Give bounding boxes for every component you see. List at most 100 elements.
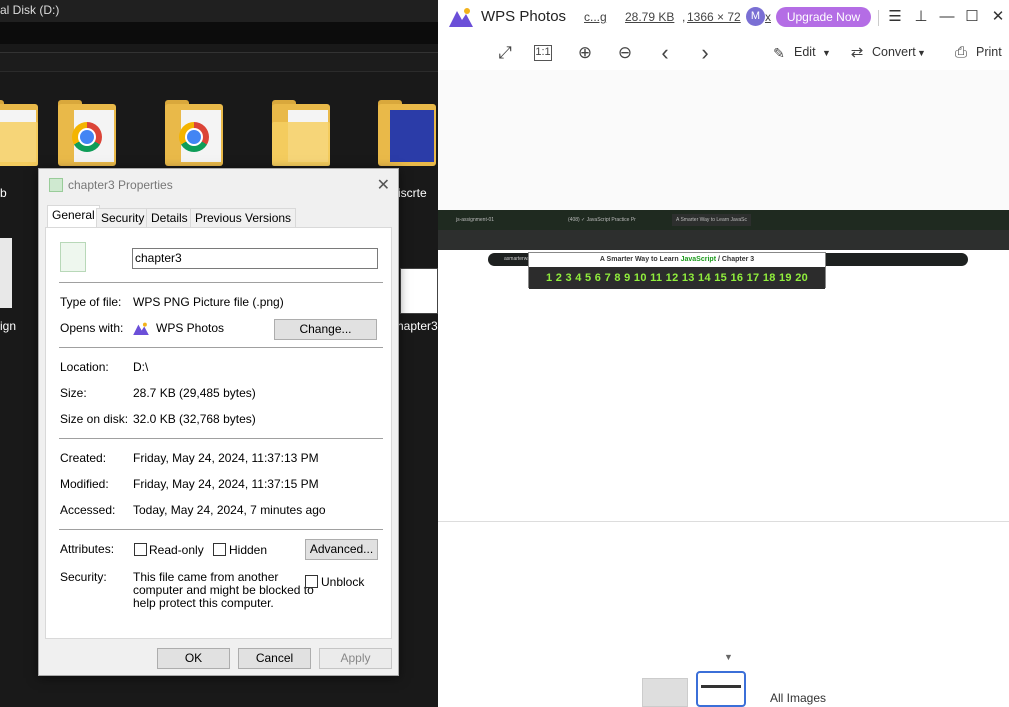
accessed-value: Today, May 24, 2024, 7 minutes ago — [133, 503, 326, 517]
folder-item[interactable] — [0, 100, 38, 166]
convert-icon[interactable]: ⇄ — [846, 42, 868, 64]
read-only-checkbox[interactable] — [134, 543, 147, 556]
minimize-icon[interactable]: — — [938, 8, 956, 26]
heading-green: JavaScript — [680, 256, 717, 263]
tab-security[interactable]: Security — [96, 208, 150, 227]
file-name-field[interactable]: chapter3 — [132, 248, 378, 269]
size-on-disk-label: Size on disk: — [60, 412, 129, 426]
apply-button[interactable]: Apply — [319, 648, 392, 669]
png-file-icon — [49, 178, 63, 192]
file-size-link[interactable]: 28.79 KB — [625, 10, 674, 24]
tab-details[interactable]: Details — [146, 208, 193, 227]
edit-icon[interactable]: ✎ — [768, 42, 790, 64]
menu-icon[interactable]: ☰ — [886, 8, 904, 26]
size-value: 28.7 KB (29,485 bytes) — [133, 386, 256, 400]
unblock-checkbox[interactable] — [305, 575, 318, 588]
size-label: Size: — [60, 386, 87, 400]
advanced-button[interactable]: Advanced... — [305, 539, 378, 560]
modified-label: Modified: — [60, 477, 109, 491]
modified-value: Friday, May 24, 2024, 11:37:15 PM — [133, 477, 319, 491]
heading-prefix: A Smarter Way to Learn — [599, 256, 679, 263]
file-thumbnail[interactable] — [0, 238, 12, 308]
created-value: Friday, May 24, 2024, 11:37:13 PM — [133, 451, 319, 465]
browser-toolbar: asmarterwaytolearn.com/js/3.html — [438, 230, 1009, 266]
dimensions-tail: x — [765, 10, 771, 24]
pin-icon[interactable]: ⊥ — [912, 8, 930, 26]
hidden-label: Hidden — [229, 543, 268, 557]
folder-item[interactable] — [165, 100, 223, 166]
folder-item[interactable] — [58, 100, 116, 166]
type-label: Type of file: — [60, 295, 122, 309]
folder-label: b — [0, 186, 7, 200]
file-label: ign — [0, 319, 17, 333]
cancel-button[interactable]: Cancel — [238, 648, 311, 669]
tab-general[interactable]: General — [47, 205, 100, 228]
created-label: Created: — [60, 451, 107, 465]
upgrade-now-button[interactable]: Upgrade Now — [776, 7, 871, 27]
location-value: D:\ — [133, 360, 149, 374]
folder-item[interactable] — [272, 100, 330, 166]
security-text-line: help protect this computer. — [133, 596, 274, 610]
file-label-chapter3: hapter3 — [397, 319, 438, 333]
ok-button[interactable]: OK — [157, 648, 230, 669]
size-on-disk-value: 32.0 KB (32,768 bytes) — [133, 412, 256, 426]
wps-title-bar: WPS Photos c...g 28.79 KB , 1366 × 72 M … — [438, 0, 1009, 36]
attributes-label: Attributes: — [60, 542, 115, 556]
file-name-link[interactable]: c...g — [584, 10, 607, 24]
security-text-line: computer and might be blocked to — [133, 583, 314, 597]
browser-tab: js-assignment-01 — [456, 217, 495, 223]
collapse-chevron-icon[interactable]: ▼ — [724, 652, 733, 662]
thumbnail-item[interactable] — [642, 678, 688, 707]
avatar[interactable]: M — [746, 7, 765, 26]
thumbnail-bar: ▼ All Images — [438, 650, 1009, 707]
explorer-column-header — [0, 52, 438, 72]
exercise-numbers: 1 2 3 4 5 6 7 8 9 10 11 12 13 14 15 16 1… — [529, 267, 825, 289]
hidden-checkbox[interactable] — [213, 543, 226, 556]
tab-previous-versions[interactable]: Previous Versions — [190, 208, 297, 227]
opens-with-label: Opens with: — [60, 321, 124, 335]
heading-suffix: / Chapter 3 — [717, 256, 755, 263]
type-value: WPS PNG Picture file (.png) — [133, 295, 284, 309]
wps-photos-logo-icon — [133, 322, 149, 335]
print-icon[interactable]: ⎙ — [950, 42, 972, 64]
browser-tab-active: A Smarter Way to Learn JavaSc — [672, 214, 751, 226]
next-icon[interactable]: › — [694, 42, 716, 64]
location-label: Location: — [60, 360, 109, 374]
chapter3-thumbnail[interactable] — [400, 268, 438, 314]
convert-button[interactable]: Convert — [872, 45, 916, 59]
explorer-address-bar[interactable] — [0, 22, 438, 44]
thumbnail-item-selected[interactable] — [696, 671, 746, 707]
js-chapter-box: A Smarter Way to Learn JavaScript / Chap… — [528, 252, 826, 289]
browser-tab-strip: js-assignment-01 (408) ✓ JavaScript Prac… — [438, 210, 1009, 230]
unblock-label: Unblock — [321, 575, 365, 589]
folder-label: iscrte — [398, 186, 427, 200]
fullscreen-icon[interactable]: ⤢ — [494, 42, 516, 64]
close-icon[interactable]: ✕ — [377, 175, 390, 195]
chrome-icon — [72, 122, 102, 152]
folder-item-discrte[interactable] — [378, 100, 436, 166]
app-title: WPS Photos — [481, 8, 567, 25]
zoom-out-icon[interactable]: ⊖ — [614, 42, 636, 64]
dimensions-link[interactable]: 1366 × 72 — [687, 10, 741, 24]
dialog-title: chapter3 Properties — [68, 178, 173, 192]
chevron-down-icon[interactable]: ▼ — [822, 48, 831, 58]
change-button[interactable]: Change... — [274, 319, 377, 340]
close-icon[interactable]: ✕ — [989, 8, 1007, 26]
all-images-link[interactable]: All Images — [770, 691, 826, 705]
actual-size-icon[interactable]: 1:1 — [534, 45, 552, 61]
chevron-down-icon[interactable]: ▼ — [917, 48, 926, 58]
js-heading: A Smarter Way to Learn JavaScript / Chap… — [529, 253, 825, 267]
read-only-label: Read-only — [149, 543, 204, 557]
previous-icon[interactable]: ‹ — [654, 42, 676, 64]
security-text-line: This file came from another — [133, 570, 279, 584]
displayed-image[interactable]: js-assignment-01 (408) ✓ JavaScript Prac… — [438, 210, 1009, 522]
print-button[interactable]: Print — [976, 45, 1002, 59]
explorer-title: al Disk (D:) — [0, 0, 438, 22]
zoom-in-icon[interactable]: ⊕ — [574, 42, 596, 64]
opens-with-value: WPS Photos — [156, 321, 225, 335]
edit-button[interactable]: Edit — [794, 45, 816, 59]
general-panel: chapter3 Type of file: WPS PNG Picture f… — [45, 227, 392, 639]
maximize-icon[interactable]: ☐ — [963, 8, 981, 26]
accessed-label: Accessed: — [60, 503, 116, 517]
png-file-icon — [60, 242, 86, 272]
